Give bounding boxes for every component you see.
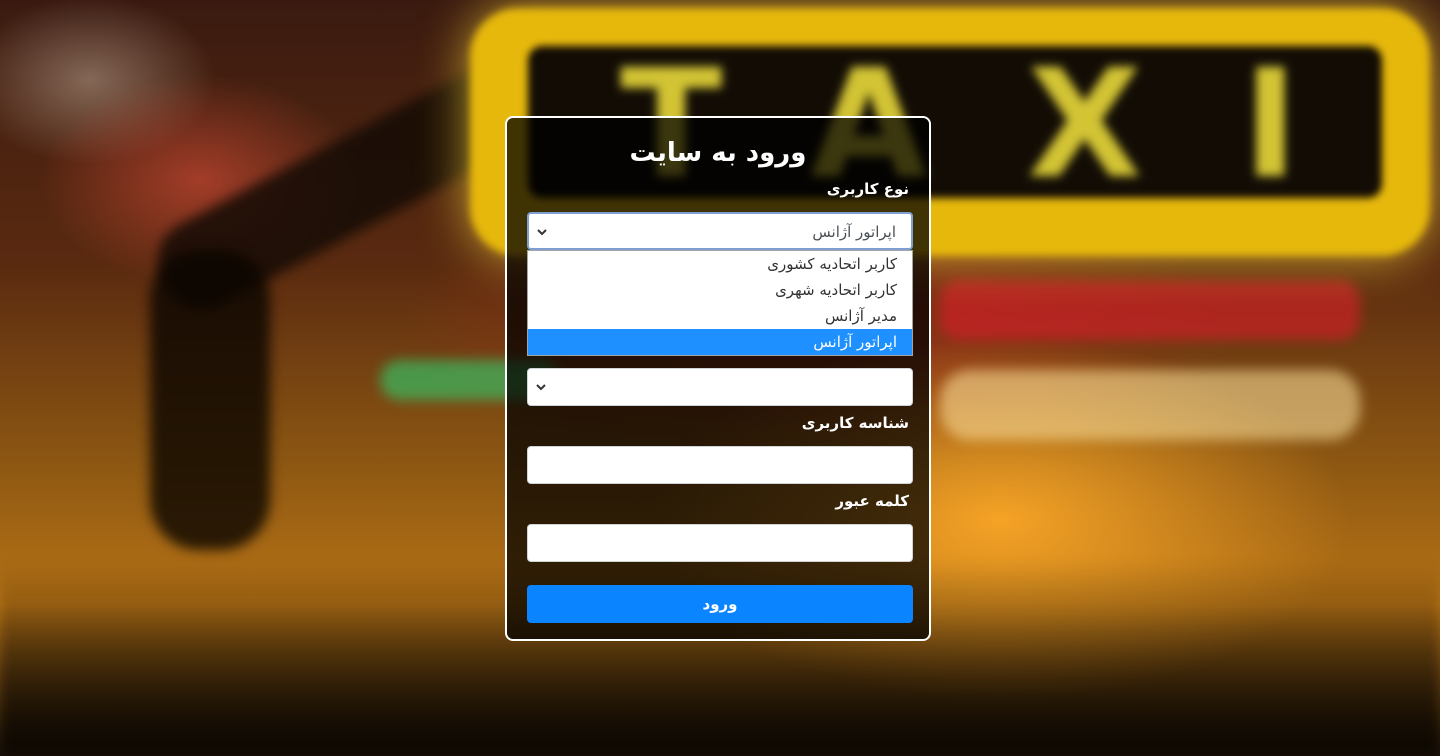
- chevron-down-icon: [537, 229, 547, 236]
- user-type-dropdown: کاربر اتحادیه کشوری کاربر اتحادیه شهری م…: [527, 250, 913, 356]
- option-national-union-user[interactable]: کاربر اتحادیه کشوری: [528, 251, 912, 277]
- option-agency-manager[interactable]: مدیر آژانس: [528, 303, 912, 329]
- option-agency-operator[interactable]: اپراتور آژانس: [528, 329, 912, 355]
- username-input[interactable]: [527, 446, 913, 484]
- username-label: شناسه کاربری: [801, 414, 909, 432]
- agency-select[interactable]: [527, 368, 913, 406]
- page-title: ورود به سایت: [629, 138, 807, 168]
- login-card: ورود به سایت نوع کاربری اپراتور آژانس کا…: [505, 116, 931, 641]
- login-button[interactable]: ورود: [527, 585, 913, 623]
- password-label: کلمه عبور: [835, 492, 909, 510]
- chevron-down-icon: [536, 384, 546, 391]
- option-city-union-user[interactable]: کاربر اتحادیه شهری: [528, 277, 912, 303]
- password-input[interactable]: [527, 524, 913, 562]
- user-type-value: اپراتور آژانس: [812, 223, 896, 241]
- user-type-label: نوع کاربری: [826, 180, 909, 198]
- user-type-select[interactable]: اپراتور آژانس: [527, 212, 913, 250]
